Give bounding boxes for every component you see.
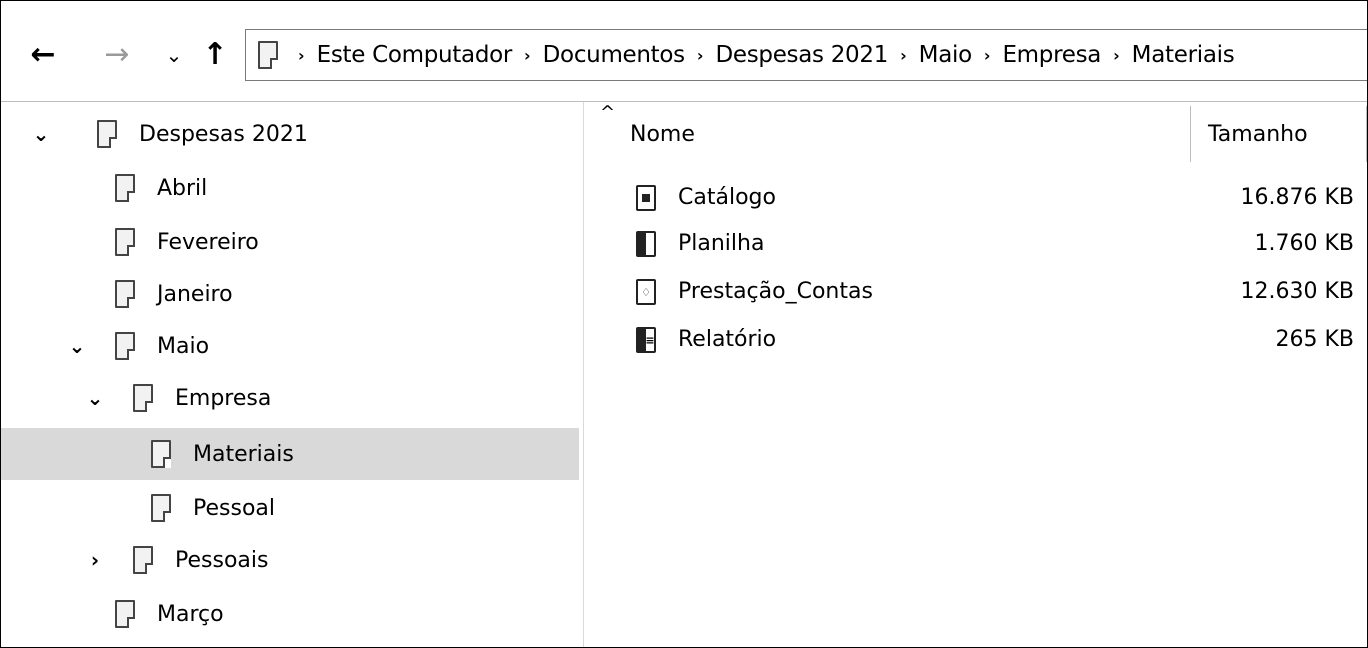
file-row-catalogo[interactable]: Catálogo 16.876 KB [584,175,1354,225]
file-size: 1.760 KB [1254,231,1355,256]
breadcrumb-separator: › [298,45,305,65]
tree-item-label: Pessoal [193,495,275,521]
chevron-down-icon[interactable]: ⌄ [67,334,87,358]
file-name: Prestação_Contas [678,279,873,304]
folder-icon [133,384,153,412]
file-size: 12.630 KB [1240,279,1355,304]
pdf-document-icon: ♢ [636,279,656,305]
navigation-tree: ⌄ Despesas 2021 Abril Fevereiro Janeiro … [1,102,584,647]
folder-icon [151,440,171,468]
breadcrumb-separator[interactable]: › [697,46,704,65]
tree-item-label: Empresa [175,385,272,411]
file-name: Catálogo [678,185,776,210]
file-size: 265 KB [1275,327,1354,352]
folder-icon [151,494,171,522]
folder-icon [115,228,135,256]
navigation-bar: ← → ⌄ ↑ › Este Computador › Documentos ›… [1,1,1367,102]
breadcrumb-separator[interactable]: › [524,46,531,65]
tree-item-fevereiro[interactable]: Fevereiro [1,216,579,268]
folder-icon [115,174,135,202]
column-divider[interactable] [1190,106,1191,162]
tree-item-label: Abril [157,175,208,201]
file-row-planilha[interactable]: ≡ Planilha 1.760 KB [584,221,1354,271]
sort-ascending-icon: ^ [600,102,616,123]
tree-item-abril[interactable]: Abril [1,162,579,214]
tree-item-label: Maio [157,333,210,359]
file-row-prestacao-contas[interactable]: ♢ Prestação_Contas 12.630 KB [584,269,1354,319]
tree-item-label: Fevereiro [157,229,259,255]
file-size: 16.876 KB [1240,185,1355,210]
recent-locations-chevron-icon[interactable]: ⌄ [161,31,187,79]
folder-icon [133,546,153,574]
folder-icon [258,41,278,69]
back-arrow-icon[interactable]: ← [23,31,63,79]
folder-icon [115,600,135,628]
breadcrumb-materiais[interactable]: Materiais [1132,42,1235,68]
tree-item-label: Janeiro [157,281,233,307]
up-arrow-icon[interactable]: ↑ [195,31,235,79]
tree-item-label: Materiais [193,441,294,467]
column-header-name[interactable]: Nome [630,122,695,147]
tree-item-marco[interactable]: Março [1,588,579,640]
tree-item-empresa[interactable]: ⌄ Empresa [1,372,579,424]
breadcrumb-este-computador[interactable]: Este Computador [317,42,513,68]
file-list-header: ^ Nome Tamanho [584,102,1367,166]
word-document-icon: ≡ [636,231,656,257]
document-icon [636,185,656,211]
tree-item-despesas-2021[interactable]: ⌄ Despesas 2021 [1,108,579,160]
tree-item-pessoal[interactable]: Pessoal [1,482,579,534]
folder-icon [115,332,135,360]
tree-item-label: Despesas 2021 [139,121,308,147]
file-name: Relatório [678,327,777,352]
breadcrumb-maio[interactable]: Maio [919,42,973,68]
chevron-right-icon[interactable]: › [85,548,105,572]
breadcrumb-separator[interactable]: › [984,46,991,65]
breadcrumb-despesas-2021[interactable]: Despesas 2021 [715,42,888,68]
breadcrumb-empresa[interactable]: Empresa [1002,42,1101,68]
chevron-down-icon[interactable]: ⌄ [85,386,105,410]
tree-item-maio[interactable]: ⌄ Maio [1,320,579,372]
forward-arrow-icon[interactable]: → [97,31,137,79]
address-bar[interactable]: › Este Computador › Documentos › Despesa… [245,29,1367,81]
folder-icon [115,280,135,308]
tree-item-label: Pessoais [175,547,269,573]
folder-icon [97,120,117,148]
breadcrumb-documentos[interactable]: Documentos [543,42,686,68]
tree-item-label: Março [157,601,224,627]
excel-document-icon: ≡ [636,327,656,353]
breadcrumb-separator[interactable]: › [1113,46,1120,65]
file-row-relatorio[interactable]: ≡ Relatório 265 KB [584,317,1354,367]
tree-item-janeiro[interactable]: Janeiro [1,268,579,320]
tree-item-materiais[interactable]: Materiais [1,428,579,480]
column-divider[interactable] [1366,106,1367,162]
file-explorer-window: ← → ⌄ ↑ › Este Computador › Documentos ›… [0,0,1368,648]
file-name: Planilha [678,231,765,256]
column-header-size[interactable]: Tamanho [1208,122,1308,147]
breadcrumb-separator[interactable]: › [900,46,907,65]
chevron-down-icon[interactable]: ⌄ [31,122,51,146]
tree-item-pessoais[interactable]: › Pessoais [1,534,579,586]
